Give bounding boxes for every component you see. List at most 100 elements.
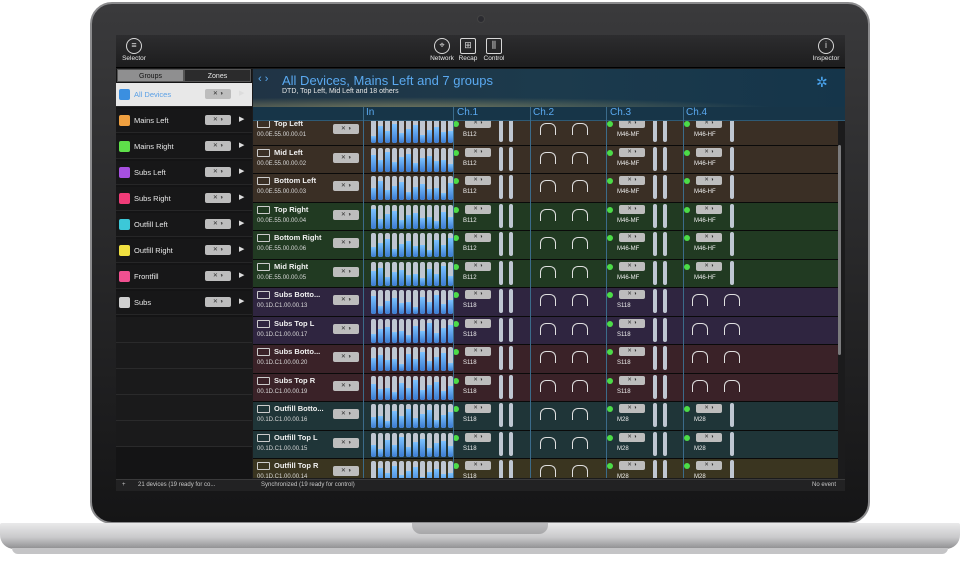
mute-solo-icon[interactable]: ✕ ◑ xyxy=(333,238,359,248)
mute-solo-icon[interactable]: ✕ ◑ xyxy=(619,233,645,242)
sidebar-item-group[interactable]: Mains Right ✕ ◑ ▶ xyxy=(116,135,252,159)
mute-solo-icon[interactable]: ✕ ◑ xyxy=(696,121,722,128)
device-row[interactable]: Outfill Botto... 00.1D.C1.00.00.16 ✕ ◑ ✕ ◑ S… xyxy=(253,402,838,431)
mute-solo-icon[interactable]: ✕ ◑ xyxy=(465,290,491,299)
sidebar-item-group[interactable]: Outfill Left ✕ ◑ ▶ xyxy=(116,213,252,237)
mute-solo-icon[interactable]: ✕ ◑ xyxy=(619,176,645,185)
mute-solo-icon[interactable]: ✕ ◑ xyxy=(696,461,722,470)
play-arrow-icon[interactable]: ▶ xyxy=(239,193,244,201)
mute-solo-icon[interactable]: ✕ ◑ xyxy=(619,404,645,413)
mute-solo-icon[interactable]: ✕ ◑ xyxy=(333,409,359,419)
sidebar-item-group[interactable]: Subs ✕ ◑ ▶ xyxy=(116,291,252,315)
mute-solo-icon[interactable]: ✕ ◑ xyxy=(205,219,231,229)
mute-solo-icon[interactable]: ✕ ◑ xyxy=(465,261,491,271)
inspector-button[interactable]: i Inspector xyxy=(808,38,844,62)
mute-solo-icon[interactable]: ✕ ◑ xyxy=(696,233,722,242)
mute-solo-icon[interactable]: ✕ ◑ xyxy=(696,147,722,157)
control-button[interactable]: ⫼ Control xyxy=(476,38,512,62)
mute-solo-icon[interactable]: ✕ ◑ xyxy=(619,290,645,299)
mute-solo-icon[interactable]: ✕ ◑ xyxy=(333,323,359,334)
play-arrow-icon[interactable]: ▶ xyxy=(239,89,244,97)
mute-solo-icon[interactable]: ✕ ◑ xyxy=(205,167,231,177)
device-row[interactable]: Top Left 00.0E.55.00.00.01 ✕ ◑ ✕ ◑ B112 ✕ ◑ M4… xyxy=(253,121,838,146)
mute-solo-icon[interactable]: ✕ ◑ xyxy=(465,204,491,214)
device-row[interactable]: Subs Botto... 00.1D.C1.00.00.20 ✕ ◑ ✕ ◑ S118… xyxy=(253,345,838,374)
mute-solo-icon[interactable]: ✕ ◑ xyxy=(465,233,491,242)
mute-solo-icon[interactable]: ✕ ◑ xyxy=(333,466,359,476)
mute-solo-icon[interactable]: ✕ ◑ xyxy=(465,432,491,442)
tab-zones[interactable]: Zones xyxy=(184,69,251,82)
mute-solo-icon[interactable]: ✕ ◑ xyxy=(333,209,359,220)
mute-solo-icon[interactable]: ✕ ◑ xyxy=(205,271,231,281)
input-meter xyxy=(399,318,404,343)
input-meter xyxy=(392,204,397,229)
mute-solo-icon[interactable]: ✕ ◑ xyxy=(465,404,491,413)
mute-solo-icon[interactable]: ✕ ◑ xyxy=(619,347,645,356)
play-arrow-icon[interactable]: ▶ xyxy=(239,297,244,305)
play-arrow-icon[interactable]: ▶ xyxy=(239,219,244,227)
sidebar-item-group[interactable]: Mains Left ✕ ◑ ▶ xyxy=(116,109,252,133)
mute-solo-icon[interactable]: ✕ ◑ xyxy=(619,461,645,470)
mute-solo-icon[interactable]: ✕ ◑ xyxy=(619,204,645,214)
mute-solo-icon[interactable]: ✕ ◑ xyxy=(465,461,491,470)
sidebar-item-group[interactable]: Subs Right ✕ ◑ ▶ xyxy=(116,187,252,211)
mute-solo-icon[interactable]: ✕ ◑ xyxy=(619,375,645,385)
add-icon[interactable]: + xyxy=(122,482,126,488)
mute-solo-icon[interactable]: ✕ ◑ xyxy=(619,147,645,157)
settings-gear-icon[interactable]: ✲ xyxy=(816,74,828,91)
device-row[interactable]: Outfill Top R 00.1D.C1.00.00.14 ✕ ◑ ✕ ◑ S118… xyxy=(253,459,838,478)
play-arrow-icon[interactable]: ▶ xyxy=(239,141,244,149)
mute-solo-icon[interactable]: ✕ ◑ xyxy=(696,432,722,442)
device-row[interactable]: Outfill Top L 00.1D.C1.00.00.15 ✕ ◑ ✕ ◑ S118… xyxy=(253,430,838,459)
sidebar-item-group[interactable]: Outfill Right ✕ ◑ ▶ xyxy=(116,239,252,263)
mute-solo-icon[interactable]: ✕ ◑ xyxy=(465,147,491,157)
mute-solo-icon[interactable]: ✕ ◑ xyxy=(333,380,359,391)
mute-solo-icon[interactable]: ✕ ◑ xyxy=(619,432,645,442)
mute-solo-icon[interactable]: ✕ ◑ xyxy=(205,115,231,125)
input-meter xyxy=(385,461,390,478)
mute-solo-icon[interactable]: ✕ ◑ xyxy=(619,318,645,328)
mute-solo-icon[interactable]: ✕ ◑ xyxy=(205,245,231,255)
sidebar-item-group[interactable]: All Devices ✕ ◑ ▶ xyxy=(116,83,252,107)
mute-solo-icon[interactable]: ✕ ◑ xyxy=(333,124,359,134)
mute-solo-icon[interactable]: ✕ ◑ xyxy=(465,347,491,356)
device-row[interactable]: Subs Top R 00.1D.C1.00.00.19 ✕ ◑ ✕ ◑ S118 ✕ ◑… xyxy=(253,373,838,402)
mute-solo-icon[interactable]: ✕ ◑ xyxy=(465,318,491,328)
sidebar-item-group[interactable]: Frontfill ✕ ◑ ▶ xyxy=(116,265,252,289)
device-row[interactable]: Top Right 00.0E.55.00.00.04 ✕ ◑ ✕ ◑ B112 ✕ ◑ M… xyxy=(253,202,838,231)
mute-solo-icon[interactable]: ✕ ◑ xyxy=(333,181,359,191)
mute-solo-icon[interactable]: ✕ ◑ xyxy=(619,121,645,128)
selector-button[interactable]: ≡ Selector xyxy=(116,38,152,62)
play-arrow-icon[interactable]: ▶ xyxy=(239,115,244,123)
mute-solo-icon[interactable]: ✕ ◑ xyxy=(696,176,722,185)
mute-solo-icon[interactable]: ✕ ◑ xyxy=(696,261,722,271)
device-row[interactable]: Subs Top L 00.1D.C1.00.00.17 ✕ ◑ ✕ ◑ S118 ✕ ◑… xyxy=(253,316,838,345)
device-row[interactable]: Mid Left 00.0E.55.00.00.02 ✕ ◑ ✕ ◑ B112 ✕ ◑ M4… xyxy=(253,145,838,174)
mute-solo-icon[interactable]: ✕ ◑ xyxy=(619,261,645,271)
mute-solo-icon[interactable]: ✕ ◑ xyxy=(205,193,231,203)
mute-solo-icon[interactable]: ✕ ◑ xyxy=(333,266,359,277)
mute-solo-icon[interactable]: ✕ ◑ xyxy=(696,204,722,214)
scrollbar[interactable] xyxy=(838,145,841,355)
mute-solo-icon[interactable]: ✕ ◑ xyxy=(333,352,359,362)
back-forward-icon[interactable]: ‹ › xyxy=(258,73,268,85)
sidebar-item-group[interactable]: Subs Left ✕ ◑ ▶ xyxy=(116,161,252,185)
device-row[interactable]: Mid Right 00.0E.55.00.00.05 ✕ ◑ ✕ ◑ B112 ✕ ◑ M… xyxy=(253,259,838,288)
mute-solo-icon[interactable]: ✕ ◑ xyxy=(205,297,231,307)
mute-solo-icon[interactable]: ✕ ◑ xyxy=(333,295,359,305)
mute-solo-icon[interactable]: ✕ ◑ xyxy=(465,121,491,128)
mute-solo-icon[interactable]: ✕ ◑ xyxy=(465,176,491,185)
device-row[interactable]: Subs Botto... 00.1D.C1.00.00.13 ✕ ◑ ✕ ◑ S118… xyxy=(253,288,838,317)
device-row[interactable]: Bottom Left 00.0E.55.00.00.03 ✕ ◑ ✕ ◑ B112 ✕ … xyxy=(253,174,838,203)
mute-solo-icon[interactable]: ✕ ◑ xyxy=(333,437,359,448)
play-arrow-icon[interactable]: ▶ xyxy=(239,167,244,175)
play-arrow-icon[interactable]: ▶ xyxy=(239,245,244,253)
device-row[interactable]: Bottom Right 00.0E.55.00.00.06 ✕ ◑ ✕ ◑ B112 ✕… xyxy=(253,231,838,260)
mute-solo-icon[interactable]: ✕ ◑ xyxy=(465,375,491,385)
tab-groups[interactable]: Groups xyxy=(117,69,184,82)
play-arrow-icon[interactable]: ▶ xyxy=(239,271,244,279)
mute-solo-icon[interactable]: ✕ ◑ xyxy=(696,404,722,413)
mute-solo-icon[interactable]: ✕ ◑ xyxy=(333,152,359,163)
mute-solo-icon[interactable]: ✕ ◑ xyxy=(205,89,231,99)
mute-solo-icon[interactable]: ✕ ◑ xyxy=(205,141,231,151)
